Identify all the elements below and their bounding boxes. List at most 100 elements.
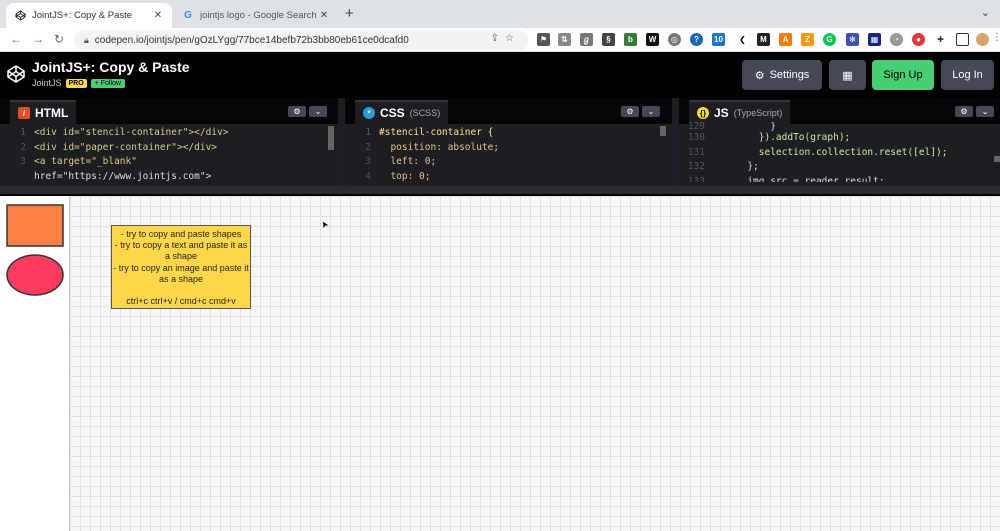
extension-icon[interactable]: A: [779, 33, 792, 46]
pen-title: JointJS+: Copy & Paste: [32, 59, 190, 75]
extension-icon[interactable]: 10: [712, 33, 725, 46]
share-bookmark-icons[interactable]: ⇪☆: [491, 33, 520, 44]
avatar[interactable]: [976, 33, 989, 46]
scrollbar[interactable]: [994, 156, 1000, 162]
reload-icon[interactable]: ↻: [54, 32, 64, 46]
note-line: ctrl+c ctrl+v / cmd+c cmd+v: [126, 296, 236, 307]
html-editor-pane: / HTML ⚙ ⌄ 1 <div id="stencil-container">…: [0, 98, 338, 186]
extension-icon[interactable]: ▦: [868, 33, 881, 46]
extension-icon[interactable]: ℊ: [580, 33, 593, 46]
pro-badge: PRO: [65, 78, 87, 88]
code-line: 130 }).addTo(graph);: [687, 132, 851, 143]
scrollbar[interactable]: [328, 126, 334, 150]
extension-icon[interactable]: ❮: [736, 33, 749, 46]
puzzle-icon[interactable]: ✚: [934, 33, 947, 46]
gear-icon[interactable]: ⚙: [955, 106, 973, 117]
pane-header: {} JS (TypeScript) ⚙ ⌄: [679, 98, 1000, 124]
extension-icon[interactable]: ⚑: [537, 33, 550, 46]
layout-grid-icon: ▦: [842, 69, 853, 82]
editor-resize-handle[interactable]: [0, 186, 1000, 196]
extension-icon[interactable]: W: [646, 33, 659, 46]
author-name[interactable]: JointJS: [32, 78, 62, 88]
instructions-note[interactable]: - try to copy and paste shapes - try to …: [111, 225, 251, 309]
tab-google-search[interactable]: G jointjs logo - Google Search ✕: [174, 3, 338, 28]
css-editor-pane: * CSS (SCSS) ⚙ ⌄ 1 #stencil-container { 2…: [345, 98, 672, 186]
google-icon: G: [184, 10, 192, 21]
extension-icon[interactable]: ⇅: [558, 33, 571, 46]
pane-header: / HTML ⚙ ⌄: [0, 98, 338, 124]
gear-icon[interactable]: ⚙: [621, 106, 639, 117]
js-tab-sublabel: (TypeScript): [733, 108, 783, 118]
js-code[interactable]: 129 } 130 }).addTo(graph); 131 selection…: [679, 122, 1000, 182]
log-in-button[interactable]: Log In: [941, 60, 994, 90]
browser-tab-strip: JointJS+: Copy & Paste ✕ G jointjs logo …: [0, 0, 1000, 28]
tab-title: JointJS+: Copy & Paste: [32, 10, 133, 21]
chevron-down-icon[interactable]: ⌄: [981, 6, 990, 19]
extension-icon[interactable]: ◔: [890, 33, 903, 46]
menu-kebab-icon[interactable]: ⋮: [992, 32, 1000, 43]
stencil-rectangle-shape[interactable]: [6, 204, 64, 247]
chevron-down-icon[interactable]: ⌄: [642, 106, 660, 117]
js-logo-icon: {}: [697, 107, 709, 119]
sign-up-button[interactable]: Sign Up: [872, 60, 934, 90]
code-line: 2 <div id="paper-container"></div>: [20, 141, 218, 153]
pane-header: * CSS (SCSS) ⚙ ⌄: [345, 98, 672, 124]
tab-title: jointjs logo - Google Search: [200, 10, 317, 21]
settings-button[interactable]: ⚙ Settings: [742, 60, 822, 90]
js-tab-label: JS: [714, 106, 729, 120]
code-line: href="https://www.jointjs.com">: [34, 170, 212, 182]
extension-icon[interactable]: §: [602, 33, 615, 46]
sidebar-icon[interactable]: [956, 33, 969, 46]
address-bar[interactable]: 🔒︎ codepen.io/jointjs/pen/gOzLYgg/77bce1…: [74, 30, 528, 50]
extension-icon[interactable]: M: [757, 33, 770, 46]
gear-icon: ⚙: [754, 69, 765, 82]
back-icon[interactable]: ←: [10, 32, 22, 46]
css-tab-sublabel: (SCSS): [409, 108, 441, 118]
code-line: 2 position: absolute;: [365, 141, 500, 153]
code-line: 1 #stencil-container {: [365, 127, 494, 138]
tab-jointjs-copy-paste[interactable]: JointJS+: Copy & Paste ✕: [6, 3, 172, 28]
gear-icon[interactable]: ⚙: [288, 106, 306, 117]
extension-icon[interactable]: G: [823, 33, 836, 46]
note-line: - try to copy and paste shapes: [120, 229, 242, 239]
pen-author-row: JointJS PRO + Follow: [32, 78, 125, 88]
chevron-down-icon[interactable]: ⌄: [309, 106, 327, 117]
globe-icon[interactable]: ◎: [668, 33, 681, 46]
extension-icon[interactable]: ✻: [846, 33, 859, 46]
html-logo-icon: /: [18, 107, 30, 119]
html-tab[interactable]: / HTML: [10, 100, 77, 124]
html-tab-label: HTML: [35, 106, 69, 120]
codepen-logo-icon[interactable]: [6, 64, 26, 84]
extension-icon[interactable]: ?: [690, 33, 703, 46]
stencil-shapes: [6, 204, 64, 296]
css-code[interactable]: 1 #stencil-container { 2 position: absolu…: [345, 126, 672, 184]
change-view-button[interactable]: ▦: [829, 60, 866, 90]
note-line: - try to copy a text and paste it as a s…: [114, 240, 248, 262]
paper-container[interactable]: - try to copy and paste shapes - try to …: [70, 196, 1000, 531]
js-tab[interactable]: {} JS (TypeScript): [689, 100, 791, 124]
chevron-down-icon[interactable]: ⌄: [976, 106, 994, 117]
html-code[interactable]: 1 <div id="stencil-container"></div> 2 <di…: [0, 126, 338, 184]
extension-icon[interactable]: b: [624, 33, 637, 46]
preview-frame: - try to copy and paste shapes - try to …: [0, 196, 1000, 531]
code-line: 131 selection.collection.reset([el]);: [687, 146, 948, 158]
settings-label: Settings: [769, 69, 810, 81]
css-tab[interactable]: * CSS (SCSS): [355, 100, 449, 124]
codepen-favicon-icon: [14, 10, 26, 22]
mouse-cursor-icon: ➤: [318, 218, 331, 230]
css-tab-label: CSS: [380, 106, 405, 120]
scss-logo-icon: *: [363, 107, 375, 119]
close-icon[interactable]: ✕: [152, 10, 164, 21]
follow-button[interactable]: + Follow: [90, 78, 125, 88]
extension-icon[interactable]: Z: [801, 33, 814, 46]
extension-icon[interactable]: ●: [912, 33, 925, 46]
forward-icon[interactable]: →: [32, 32, 44, 46]
codepen-header: JointJS+: Copy & Paste JointJS PRO + Fol…: [0, 52, 1000, 98]
note-line: [112, 285, 250, 296]
code-line: 132 };: [687, 161, 759, 172]
scrollbar[interactable]: [660, 126, 666, 136]
new-tab-icon[interactable]: +: [345, 5, 354, 22]
stencil-ellipse-shape[interactable]: [6, 254, 64, 296]
code-line: 1 <div id="stencil-container"></div>: [20, 127, 229, 138]
close-icon[interactable]: ✕: [318, 10, 330, 21]
